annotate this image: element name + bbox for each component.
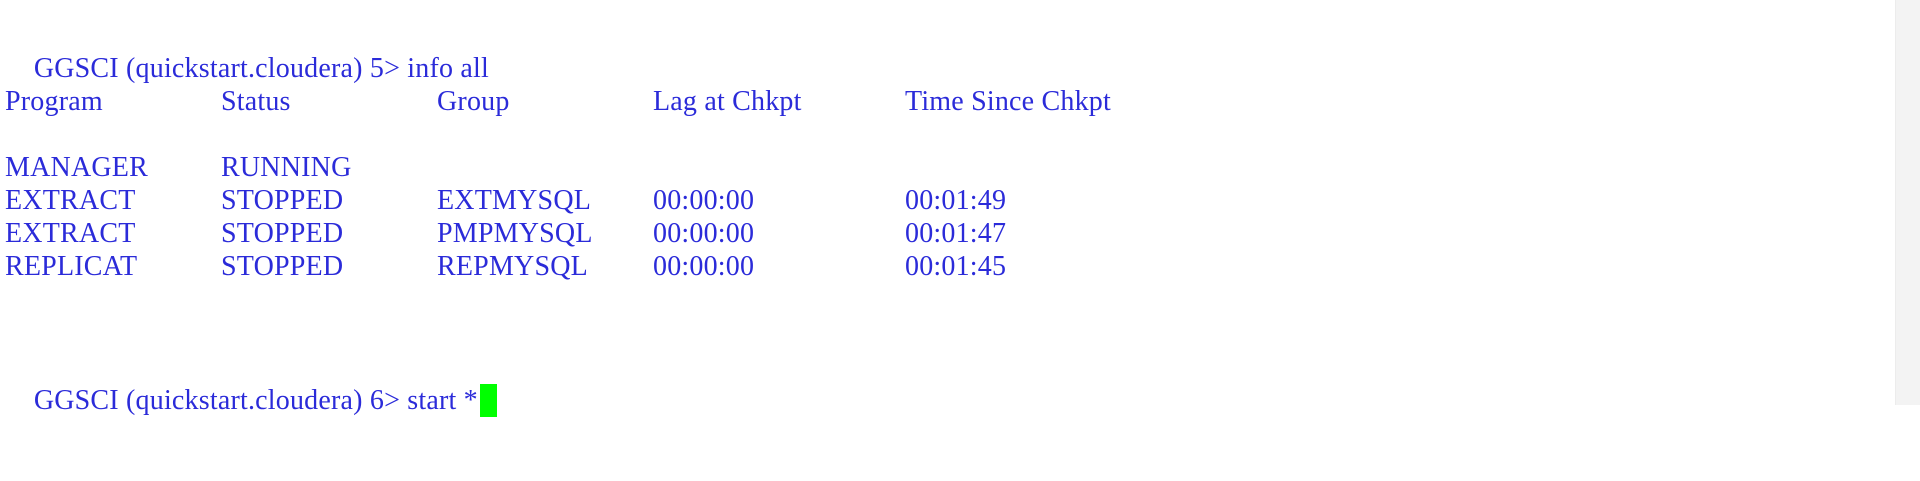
header-program: Program <box>5 86 103 117</box>
row-time-since: 00:01:45 <box>905 251 1007 282</box>
vertical-scrollbar[interactable] <box>1895 0 1920 405</box>
row-program: EXTRACT <box>5 185 136 216</box>
table-row: REPLICAT STOPPED REPMYSQL 00:00:00 00:01… <box>5 250 1305 283</box>
row-group: EXTMYSQL <box>437 185 592 216</box>
header-time-since: Time Since Chkpt <box>905 86 1111 117</box>
row-status: RUNNING <box>221 152 352 183</box>
table-row: EXTRACT STOPPED PMPMYSQL 00:00:00 00:01:… <box>5 217 1305 250</box>
header-status: Status <box>221 86 291 117</box>
row-status: STOPPED <box>221 185 344 216</box>
header-group: Group <box>437 86 510 117</box>
row-status: STOPPED <box>221 251 344 282</box>
row-lag: 00:00:00 <box>653 251 755 282</box>
row-program: REPLICAT <box>5 251 138 282</box>
row-time-since: 00:01:49 <box>905 185 1007 216</box>
row-lag: 00:00:00 <box>653 185 755 216</box>
row-program: EXTRACT <box>5 218 136 249</box>
prompt-text: GGSCI (quickstart.cloudera) 5> info all <box>33 53 489 84</box>
table-row: EXTRACT STOPPED EXTMYSQL 00:00:00 00:01:… <box>5 184 1305 217</box>
command-line-input[interactable]: GGSCI (quickstart.cloudera) 6> start * <box>5 351 497 417</box>
terminal-window[interactable]: GGSCI (quickstart.cloudera) 5> info all … <box>0 0 1896 417</box>
text-cursor <box>479 384 497 417</box>
prompt-input-text[interactable]: GGSCI (quickstart.cloudera) 6> start * <box>34 385 478 416</box>
row-program: MANAGER <box>5 152 148 183</box>
row-time-since: 00:01:47 <box>905 218 1007 249</box>
row-group: REPMYSQL <box>437 251 588 282</box>
row-status: STOPPED <box>221 218 344 249</box>
table-row: MANAGER RUNNING <box>5 151 1305 184</box>
table-header: Program Status Group Lag at Chkpt Time S… <box>5 85 1305 118</box>
command-line-info-all: GGSCI (quickstart.cloudera) 5> info all <box>5 19 489 84</box>
row-lag: 00:00:00 <box>653 218 755 249</box>
header-lag: Lag at Chkpt <box>653 86 802 117</box>
row-group: PMPMYSQL <box>437 218 593 249</box>
